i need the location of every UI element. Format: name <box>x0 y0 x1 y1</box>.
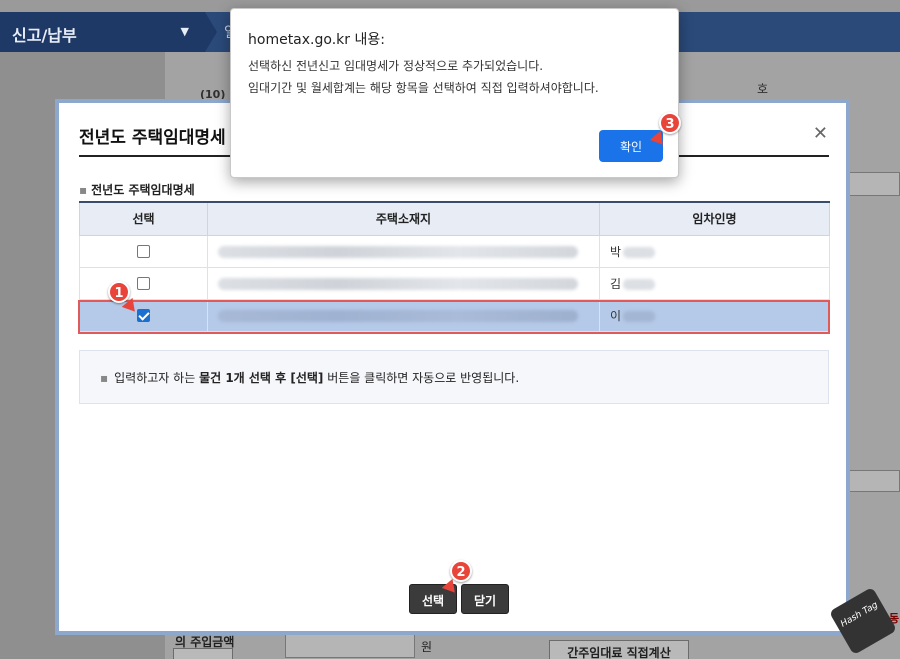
tenant-name: 박 <box>610 244 622 259</box>
address-cell <box>207 298 600 332</box>
select-cell <box>79 234 208 268</box>
background-button <box>173 648 233 659</box>
redacted-name <box>623 278 656 290</box>
section-label: ▪ 전년도 주택임대명세 <box>79 181 195 198</box>
nav-menu-title-label: 신고/납부 <box>12 26 77 45</box>
redacted-address <box>218 245 578 258</box>
row-checkbox[interactable] <box>137 277 150 290</box>
nav-separator-arrow <box>205 12 217 52</box>
address-cell <box>207 266 600 300</box>
table-row[interactable]: 박 <box>79 234 830 268</box>
close-button[interactable]: 닫기 <box>461 584 509 614</box>
alert-title: hometax.go.kr 내용: <box>248 32 385 48</box>
tenant-cell: 박 <box>599 234 830 268</box>
notice-box: ▪ 입력하고자 하는 물건 1개 선택 후 [선택] 버튼을 클릭하면 자동으로 … <box>79 350 829 404</box>
lease-table: 선택 주택소재지 임차인명 박 김 이 <box>79 201 830 332</box>
notice-prefix: 입력하고자 하는 <box>114 371 200 385</box>
table-row-selected[interactable]: 이 <box>79 298 830 332</box>
row-checkbox-checked[interactable] <box>137 309 150 322</box>
column-header-select: 선택 <box>79 201 208 236</box>
notice-bold: 물건 1개 선택 후 [선택] <box>199 371 324 385</box>
table-row[interactable]: 김 <box>79 266 830 300</box>
tenant-cell: 이 <box>599 298 830 332</box>
redacted-name <box>623 310 656 322</box>
redacted-address <box>218 277 578 290</box>
select-cell <box>79 266 208 300</box>
tenant-name: 김 <box>610 276 622 291</box>
lease-details-modal: 전년도 주택임대명세 ✕ ▪ 전년도 주택임대명세 선택 주택소재지 임차인명 박… <box>55 99 850 635</box>
column-header-tenant: 임차인명 <box>599 201 830 236</box>
table-header-row: 선택 주택소재지 임차인명 <box>79 201 830 236</box>
background-amount-input <box>285 634 415 658</box>
bullet-icon: ▪ <box>79 183 88 197</box>
redacted-address <box>218 309 578 322</box>
step-marker-2: 2 <box>450 560 472 582</box>
close-icon[interactable]: ✕ <box>813 123 828 144</box>
select-cell <box>79 298 208 332</box>
background-ho-label: 호 <box>757 82 769 96</box>
alert-dialog: hometax.go.kr 내용: 선택하신 전년신고 임대명세가 정상적으로 … <box>230 8 679 178</box>
notice-suffix: 버튼을 클릭하면 자동으로 반영됩니다. <box>323 371 520 385</box>
row-checkbox[interactable] <box>137 245 150 258</box>
step-marker-1: 1 <box>108 281 130 303</box>
background-input <box>848 470 900 492</box>
background-input <box>848 172 900 196</box>
bullet-icon: ▪ <box>100 371 109 385</box>
column-header-address: 주택소재지 <box>207 201 600 236</box>
alert-message-line2: 임대기간 및 월세합계는 해당 항목을 선택하여 직접 입력하셔야합니다. <box>248 81 599 95</box>
background-won-label: 원 <box>421 640 433 654</box>
section-label-text: 전년도 주택임대명세 <box>91 183 195 197</box>
step-marker-3: 3 <box>659 112 681 134</box>
redacted-name <box>623 246 656 258</box>
modal-title: 전년도 주택임대명세 <box>79 128 226 148</box>
deemed-rent-calc-button: 간주임대료 직접계산 <box>549 640 689 659</box>
alert-message-line1: 선택하신 전년신고 임대명세가 정상적으로 추가되었습니다. <box>248 59 544 73</box>
tenant-cell: 김 <box>599 266 830 300</box>
tenant-name: 이 <box>610 308 622 323</box>
address-cell <box>207 234 600 268</box>
chevron-down-icon: ▼ <box>180 25 189 38</box>
nav-menu-title[interactable]: 신고/납부 ▼ <box>0 12 205 52</box>
ok-button[interactable]: 확인 <box>599 130 663 162</box>
